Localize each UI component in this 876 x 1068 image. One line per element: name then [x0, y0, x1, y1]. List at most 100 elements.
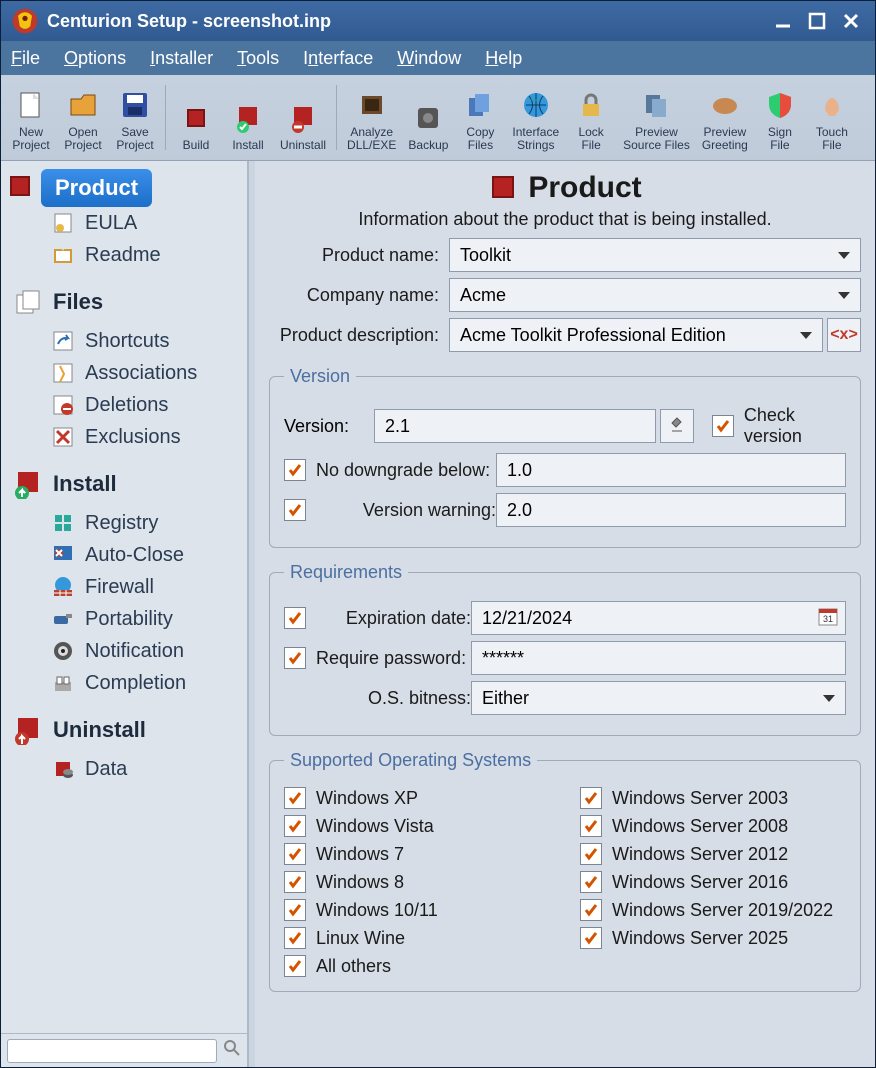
os-checkbox[interactable]: [284, 927, 306, 949]
menu-installer[interactable]: Installer: [150, 48, 213, 69]
sidebar-search-input[interactable]: [7, 1039, 217, 1063]
os-item-left-5: Linux Wine: [284, 927, 550, 949]
os-label: Windows Server 2012: [612, 844, 788, 865]
menu-interface[interactable]: Interface: [303, 48, 373, 69]
password-input[interactable]: [471, 641, 846, 675]
tb-preview-source[interactable]: Preview Source Files: [617, 79, 696, 156]
version-warning-checkbox[interactable]: [284, 499, 306, 521]
toolbar: New Project Open Project Save Project Bu…: [1, 75, 875, 161]
tb-uninstall[interactable]: Uninstall: [274, 79, 332, 156]
edit-desc-button[interactable]: <x>: [827, 318, 861, 352]
password-label: Require password:: [316, 648, 471, 669]
bitness-combo[interactable]: Either: [471, 681, 846, 715]
sidebar-item-registry[interactable]: Registry: [7, 507, 243, 539]
os-checkbox[interactable]: [284, 955, 306, 977]
menu-options[interactable]: Options: [64, 48, 126, 69]
no-downgrade-checkbox[interactable]: [284, 459, 306, 481]
os-checkbox[interactable]: [284, 899, 306, 921]
os-label: Windows Server 2019/2022: [612, 900, 833, 921]
tb-touch-file[interactable]: Touch File: [806, 79, 858, 156]
handshake-icon: [708, 88, 742, 122]
sidebar-item-eula[interactable]: EULA: [7, 207, 243, 239]
os-checkbox[interactable]: [284, 871, 306, 893]
version-input[interactable]: [374, 409, 656, 443]
expiration-input[interactable]: [471, 601, 846, 635]
backup-icon: [411, 101, 445, 135]
sidebar-item-completion[interactable]: Completion: [7, 667, 243, 699]
os-checkbox[interactable]: [284, 787, 306, 809]
expiration-label: Expiration date:: [316, 608, 471, 629]
calendar-icon[interactable]: 31: [818, 606, 840, 628]
os-checkbox[interactable]: [284, 815, 306, 837]
maximize-button[interactable]: [803, 10, 831, 32]
sidebar-item-autoclose[interactable]: Auto-Close: [7, 539, 243, 571]
chevron-down-icon: [823, 695, 835, 702]
check-version-checkbox[interactable]: [712, 415, 734, 437]
sidebar-section-uninstall[interactable]: Uninstall: [7, 707, 243, 753]
menu-tools[interactable]: Tools: [237, 48, 279, 69]
os-checkbox[interactable]: [580, 815, 602, 837]
product-desc-combo[interactable]: Acme Toolkit Professional Edition: [449, 318, 823, 352]
tb-analyze[interactable]: Analyze DLL/EXE: [341, 79, 402, 156]
product-name-combo[interactable]: Toolkit: [449, 238, 861, 272]
autoclose-icon: [51, 543, 75, 567]
tb-preview-greeting[interactable]: Preview Greeting: [696, 79, 754, 156]
search-icon[interactable]: [223, 1039, 241, 1062]
tb-backup[interactable]: Backup: [402, 79, 454, 156]
bitness-label: O.S. bitness:: [316, 688, 471, 709]
os-checkbox[interactable]: [284, 843, 306, 865]
os-item-left-1: Windows Vista: [284, 815, 550, 837]
os-checkbox[interactable]: [580, 843, 602, 865]
sidebar-item-data[interactable]: Data: [7, 753, 243, 785]
tb-interface-strings[interactable]: Interface Strings: [506, 79, 565, 156]
version-detect-button[interactable]: [660, 409, 694, 443]
no-downgrade-input[interactable]: [496, 453, 846, 487]
company-name-combo[interactable]: Acme: [449, 278, 861, 312]
data-icon: [51, 757, 75, 781]
sidebar-item-deletions[interactable]: Deletions: [7, 389, 243, 421]
tb-lock-file[interactable]: Lock File: [565, 79, 617, 156]
os-checkbox[interactable]: [580, 871, 602, 893]
chevron-down-icon: [838, 252, 850, 259]
menu-help[interactable]: Help: [485, 48, 522, 69]
sidebar-item-firewall[interactable]: Firewall: [7, 571, 243, 603]
menu-window[interactable]: Window: [397, 48, 461, 69]
menu-file[interactable]: File: [11, 48, 40, 69]
shortcuts-icon: [51, 329, 75, 353]
tb-open-project[interactable]: Open Project: [57, 79, 109, 156]
os-label: Windows Vista: [316, 816, 434, 837]
tb-build[interactable]: Build: [170, 79, 222, 156]
page-subtitle: Information about the product that is be…: [269, 209, 861, 230]
touch-icon: [815, 88, 849, 122]
app-window: Centurion Setup - screenshot.inp File Op…: [0, 0, 876, 1068]
minimize-button[interactable]: [769, 10, 797, 32]
sidebar-item-portability[interactable]: Portability: [7, 603, 243, 635]
os-checkbox[interactable]: [580, 787, 602, 809]
tb-save-project[interactable]: Save Project: [109, 79, 161, 156]
sidebar-item-readme[interactable]: Readme: [7, 239, 243, 271]
sidebar-item-exclusions[interactable]: Exclusions: [7, 421, 243, 453]
expiration-checkbox[interactable]: [284, 607, 306, 629]
sidebar-item-product[interactable]: Product: [41, 169, 152, 207]
sidebar-item-notification[interactable]: Notification: [7, 635, 243, 667]
lock-icon: [574, 88, 608, 122]
app-icon: [11, 7, 39, 35]
sidebar-section-install[interactable]: Install: [7, 461, 243, 507]
password-checkbox[interactable]: [284, 647, 306, 669]
tb-copy-files[interactable]: Copy Files: [454, 79, 506, 156]
chevron-down-icon: [800, 332, 812, 339]
tb-sign-file[interactable]: Sign File: [754, 79, 806, 156]
os-checkbox[interactable]: [580, 899, 602, 921]
close-button[interactable]: [837, 10, 865, 32]
os-checkbox[interactable]: [580, 927, 602, 949]
tb-new-project[interactable]: New Project: [5, 79, 57, 156]
sidebar-item-shortcuts[interactable]: Shortcuts: [7, 325, 243, 357]
tb-install[interactable]: Install: [222, 79, 274, 156]
chevron-down-icon: [838, 292, 850, 299]
menubar: File Options Installer Tools Interface W…: [1, 41, 875, 75]
sidebar-item-associations[interactable]: Associations: [7, 357, 243, 389]
version-warning-input[interactable]: [496, 493, 846, 527]
requirements-legend: Requirements: [284, 562, 408, 583]
os-label: Windows Server 2016: [612, 872, 788, 893]
sidebar-section-files[interactable]: Files: [7, 279, 243, 325]
